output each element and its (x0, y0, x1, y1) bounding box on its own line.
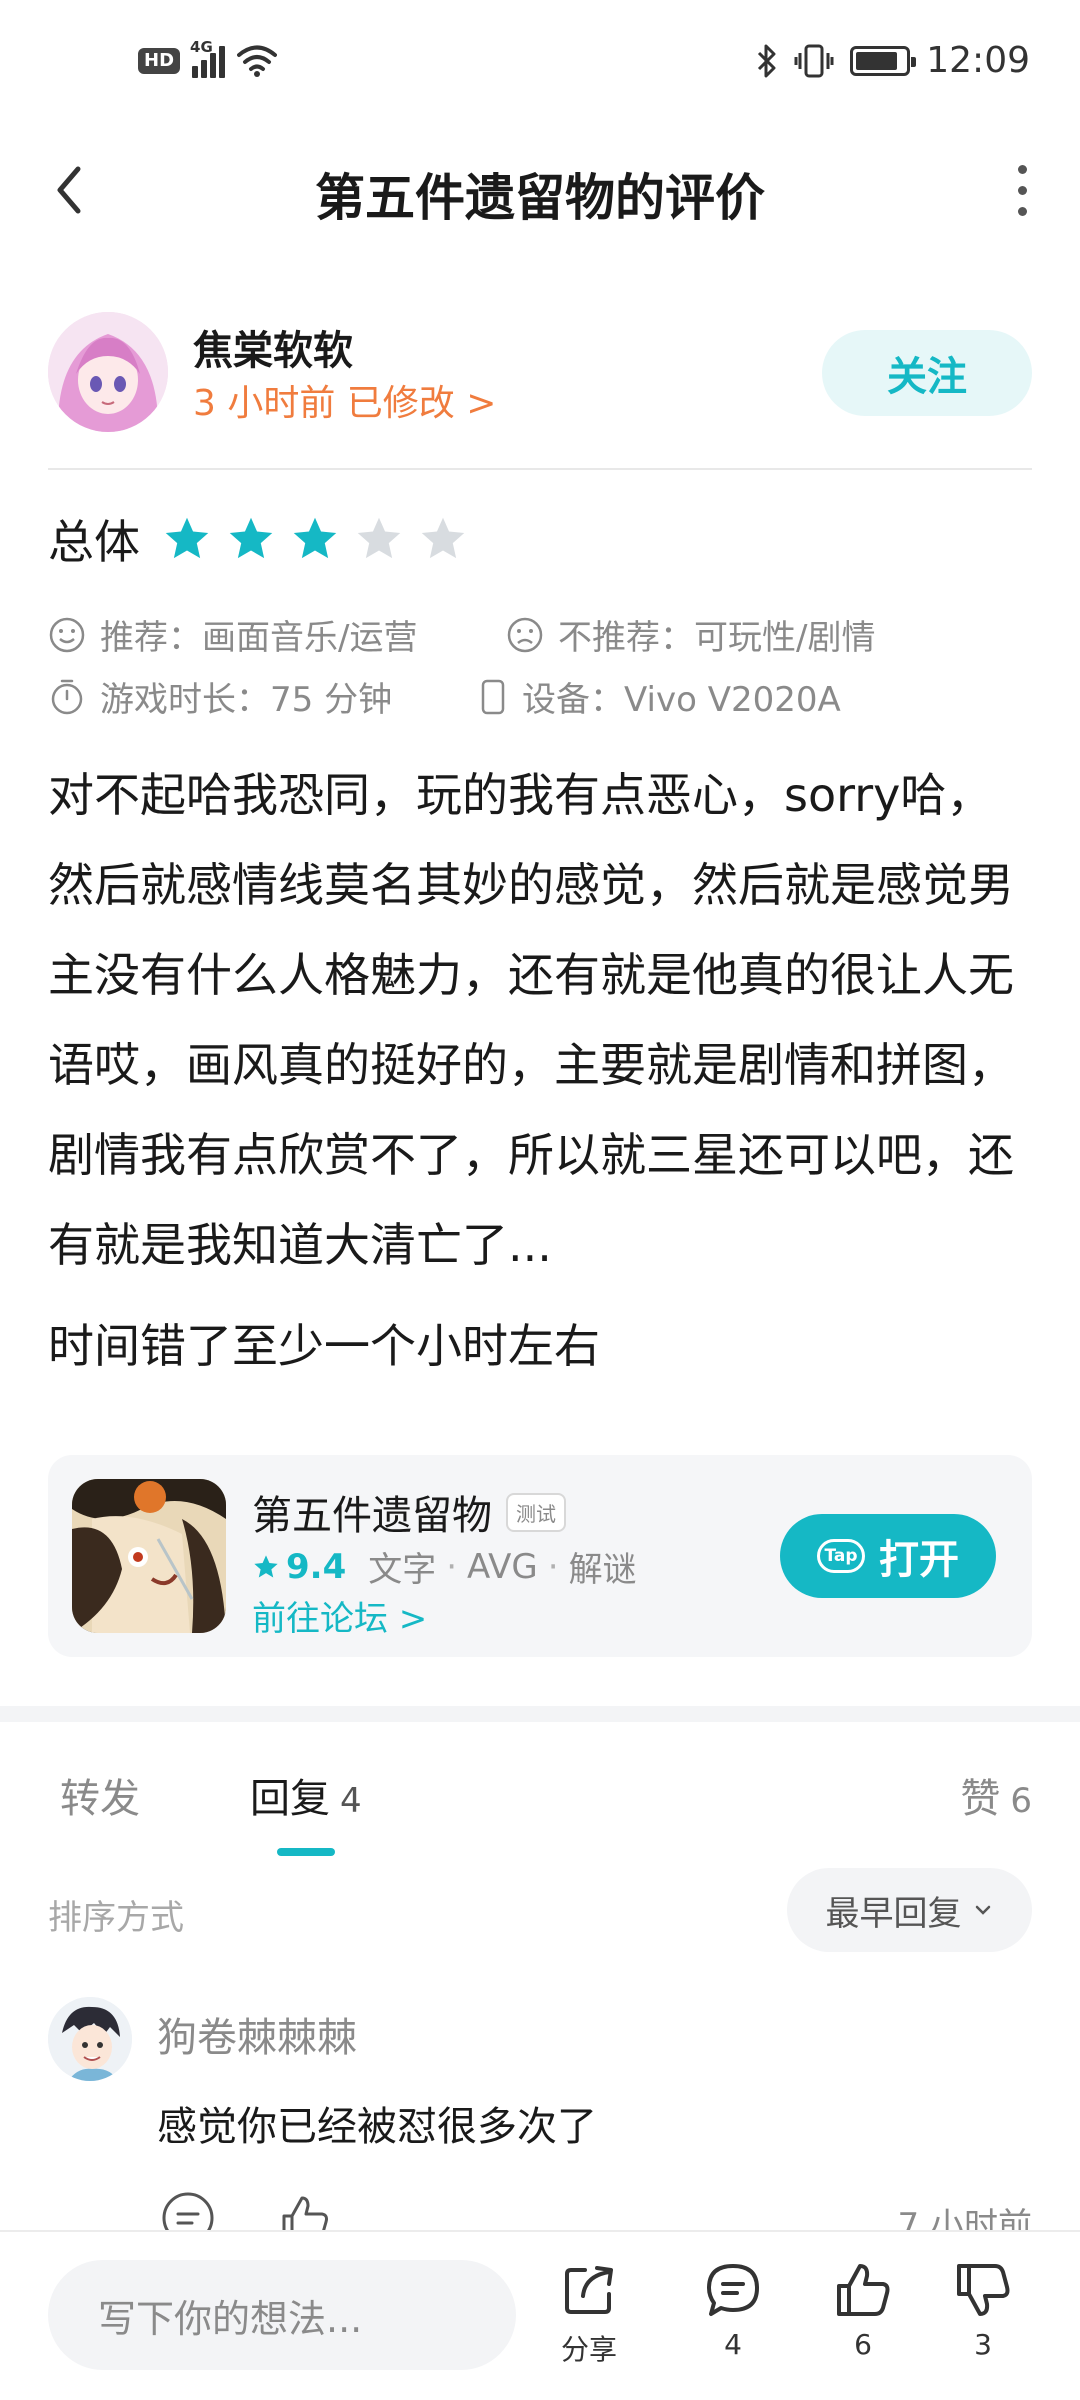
phone-icon (481, 679, 505, 714)
game-score: 9.4 (252, 1547, 346, 1587)
game-card[interactable]: 第五件遗留物 测试 9.4 文字 · AVG · 解谜 前往论坛 > Tap 打… (48, 1455, 1032, 1657)
status-left: HD 4G (138, 38, 278, 78)
smile-icon (49, 617, 85, 652)
device-text: 设备：Vivo V2020A (522, 680, 841, 720)
device-tag: 设备：Vivo V2020A (478, 672, 841, 721)
thumbs-up-icon (837, 2264, 890, 2316)
review-extra-line: 时间错了至少一个小时左右 (48, 1319, 600, 1373)
comment-count: 4 (724, 2328, 742, 2361)
star-empty-icon (421, 517, 465, 559)
overall-rating: 总体 (48, 506, 468, 572)
frown-icon (507, 617, 543, 652)
tab-forward[interactable]: 转发 (60, 1766, 140, 1824)
recommend-tag: 推荐：画面音乐/运营 (48, 610, 506, 659)
game-genre-3: 解谜 (568, 1550, 637, 1590)
thumbs-down-icon (957, 2264, 1010, 2316)
tab-like-count: 6 (1010, 1781, 1032, 1821)
tab-reply-count: 4 (340, 1781, 362, 1821)
author-avatar[interactable] (48, 312, 168, 432)
author-name[interactable]: 焦棠软软 (193, 318, 353, 376)
interaction-tabs: 转发 回复 4 赞6 (0, 1722, 1080, 1862)
tab-reply-label: 回复 (250, 1776, 330, 1822)
playtime-text: 游戏时长：75 分钟 (100, 680, 393, 720)
commenter-avatar[interactable] (48, 1997, 132, 2081)
battery-icon (850, 45, 917, 76)
dislike-count: 3 (974, 2328, 992, 2361)
sort-dropdown[interactable]: 最早回复 (787, 1868, 1032, 1952)
game-genre-1: 文字 (368, 1550, 437, 1590)
genre-separator: · (547, 1546, 559, 1587)
vibrate-icon (794, 44, 834, 77)
game-genre-2: AVG (467, 1546, 538, 1587)
like-count: 6 (854, 2328, 872, 2361)
bluetooth-icon (758, 44, 776, 77)
share-button[interactable]: 分享 (544, 2260, 634, 2368)
tab-like[interactable]: 赞6 (960, 1766, 1032, 1824)
playtime-tag: 游戏时长：75 分钟 (48, 672, 478, 721)
battery-fill (856, 51, 898, 70)
genre-separator: · (446, 1546, 458, 1587)
not-recommend-text: 不推荐：可玩性/剧情 (558, 618, 876, 658)
bottom-action-bar: 写下你的想法... 分享 4 6 3 (0, 2230, 1080, 2400)
game-icon[interactable] (72, 1479, 226, 1633)
share-icon (565, 2266, 613, 2314)
comment-text: 感觉你已经被怼很多次了 (157, 2104, 597, 2150)
not-recommend-tag: 不推荐：可玩性/剧情 (506, 610, 875, 659)
active-tab-indicator (277, 1848, 335, 1856)
forum-link[interactable]: 前往论坛 > (252, 1591, 427, 1640)
game-test-badge: 测试 (506, 1492, 566, 1532)
timer-icon (51, 679, 83, 714)
star-empty-icon (357, 517, 401, 559)
sort-label: 排序方式 (48, 1898, 184, 1938)
follow-button[interactable]: 关注 (822, 330, 1032, 416)
sort-value: 最早回复 (825, 1893, 962, 1934)
like-button[interactable]: 6 (818, 2260, 908, 2361)
taptap-logo-icon: Tap (817, 1539, 865, 1573)
game-title-row: 第五件遗留物 测试 (252, 1483, 566, 1541)
game-score-value: 9.4 (286, 1546, 347, 1587)
comment-count-button[interactable]: 4 (688, 2260, 778, 2361)
game-meta: 9.4 文字 · AVG · 解谜 (252, 1542, 637, 1591)
comment-icon (707, 2264, 759, 2316)
author-section: 焦棠软软 3 小时前 已修改 > 关注 (48, 312, 1032, 437)
tab-forward-label: 转发 (60, 1776, 140, 1822)
recommend-text: 推荐：画面音乐/运营 (100, 618, 418, 658)
page-title: 第五件遗留物的评价 (315, 169, 765, 227)
rating-stars (162, 514, 468, 564)
cellular-signal-icon: 4G (190, 38, 226, 78)
top-bar: 第五件遗留物的评价 (0, 130, 1080, 255)
info-row: 游戏时长：75 分钟 设备：Vivo V2020A (48, 672, 841, 721)
commenter-name[interactable]: 狗卷棘棘棘 (157, 2005, 357, 2063)
status-right: 12:09 (756, 40, 1030, 81)
divider (48, 468, 1032, 470)
more-button[interactable] (992, 160, 1052, 220)
network-type: 4G (190, 38, 213, 56)
clock: 12:09 (926, 40, 1030, 81)
dislike-button[interactable]: 3 (938, 2260, 1028, 2361)
open-button-label: 打开 (879, 1537, 959, 1583)
star-filled-icon (165, 517, 209, 559)
status-bar: HD 4G 12:09 (0, 0, 1080, 130)
star-filled-icon (293, 517, 337, 559)
wifi-icon (237, 45, 278, 77)
open-game-button[interactable]: Tap 打开 (780, 1514, 996, 1598)
chevron-down-icon (975, 1905, 990, 1915)
star-filled-icon (229, 517, 273, 559)
star-icon (254, 1554, 278, 1577)
section-divider (0, 1706, 1080, 1722)
tab-like-label: 赞 (960, 1776, 1001, 1822)
rating-label: 总体 (48, 515, 140, 569)
recommend-row: 推荐：画面音乐/运营 不推荐：可玩性/剧情 (48, 610, 875, 659)
hd-badge: HD (138, 48, 181, 74)
author-edit-meta[interactable]: 3 小时前 已修改 > (193, 374, 496, 426)
tab-reply[interactable]: 回复 4 (250, 1766, 362, 1824)
more-vertical-icon (1017, 164, 1027, 174)
comment-input[interactable]: 写下你的想法... (48, 2260, 516, 2370)
game-name[interactable]: 第五件遗留物 (252, 1483, 492, 1541)
share-label: 分享 (560, 2333, 617, 2366)
review-body: 对不起哈我恐同，玩的我有点恶心，sorry哈，然后就感情线莫名其妙的感觉，然后就… (48, 768, 1014, 1272)
